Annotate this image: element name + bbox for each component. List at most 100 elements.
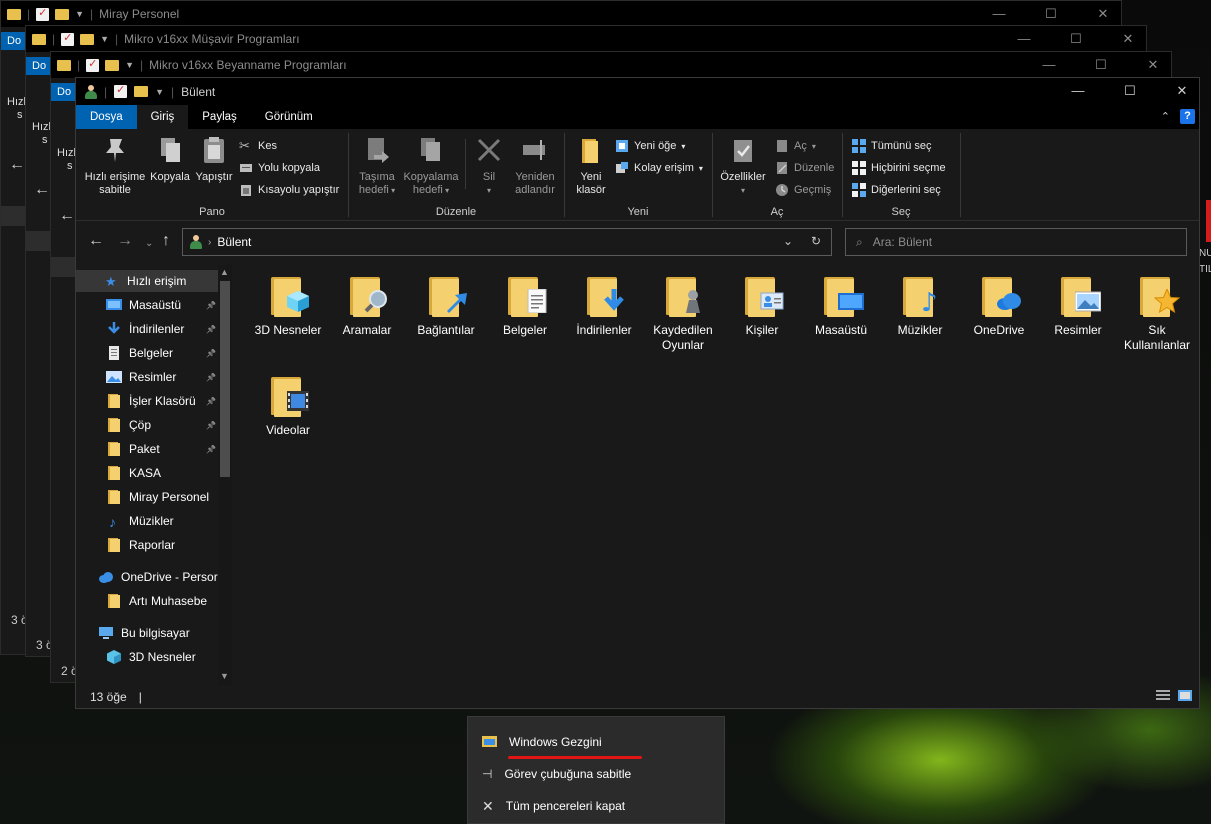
close-button[interactable]: ✕ (1156, 78, 1208, 104)
tab-file[interactable]: Do (26, 57, 53, 75)
back-icon[interactable]: ← (9, 157, 25, 173)
scroll-up-icon[interactable]: ▲ (220, 267, 229, 277)
copy-to-button[interactable]: Kopyalama hedefi ▾ (401, 135, 461, 197)
maximize-button[interactable]: ☐ (1104, 78, 1156, 104)
close-all-windows-item[interactable]: ✕ Tüm pencereleri kapat (468, 791, 724, 821)
folder-item[interactable]: Masaüstü (801, 265, 881, 338)
new-folder-icon[interactable] (80, 33, 95, 45)
close-button[interactable]: ✕ (1102, 26, 1154, 52)
maximize-button[interactable]: ☐ (1075, 52, 1127, 78)
scroll-thumb[interactable] (220, 281, 230, 477)
folder-item[interactable]: İndirilenler (564, 265, 644, 338)
chevron-down-icon[interactable]: ▼ (155, 87, 164, 97)
delete-button[interactable]: Sil ▾ (471, 135, 507, 197)
folder-item[interactable]: Kişiler (722, 265, 802, 338)
paste-shortcut-button[interactable]: Kısayolu yapıştır (239, 183, 339, 197)
folder-item[interactable]: Sık Kullanılanlar (1117, 265, 1197, 353)
explorer-window[interactable]: | ▼ | Bülent — ☐ ✕ Dosya Giriş Paylaş Gö… (75, 77, 1200, 709)
new-item-button[interactable]: Yeni öğe ▾ (615, 139, 685, 153)
new-folder-icon[interactable] (55, 8, 70, 20)
nav-item[interactable]: Paket 📌 (76, 438, 218, 460)
properties-icon[interactable] (36, 6, 50, 21)
address-bar[interactable]: › Bülent ⌄ ↻ (182, 228, 832, 256)
nav-item[interactable]: İndirilenler 📌 (76, 318, 218, 340)
properties-icon[interactable] (61, 31, 75, 46)
maximize-button[interactable]: ☐ (1025, 1, 1077, 27)
nav-item[interactable]: Miray Personel (76, 486, 218, 508)
up-button[interactable]: ↑ (162, 233, 170, 249)
chevron-down-icon[interactable]: ▼ (125, 60, 134, 70)
cut-button[interactable]: ✂ Kes (239, 139, 277, 153)
folder-item[interactable]: Videolar (248, 365, 328, 438)
folder-item[interactable]: Kaydedilen Oyunlar (643, 265, 723, 353)
folder-item[interactable]: Bağlantılar (406, 265, 486, 338)
search-input[interactable]: ⌕ Ara: Bülent (845, 228, 1187, 256)
nav-item[interactable]: Raporlar (76, 534, 218, 556)
nav-item[interactable]: Bu bilgisayar (76, 622, 218, 644)
pin-quick-access-button[interactable]: Hızlı erişime sabitle (80, 135, 150, 197)
properties-icon[interactable] (114, 83, 128, 98)
chevron-down-icon[interactable]: ▼ (75, 9, 84, 19)
window-titlebar[interactable]: | ▼ | Miray Personel (1, 1, 1121, 27)
properties-icon[interactable] (86, 57, 100, 72)
window-titlebar[interactable]: | ▼ | Mikro v16xx Beyanname Programları (51, 52, 1171, 78)
select-all-button[interactable]: Tümünü seç (852, 139, 932, 153)
minimize-button[interactable]: — (1023, 52, 1075, 78)
nav-item[interactable]: İşler Klasörü 📌 (76, 390, 218, 412)
address-dropdown-icon[interactable]: ⌄ (783, 234, 793, 248)
nav-item[interactable]: Masaüstü 📌 (76, 294, 218, 316)
window-titlebar[interactable]: | ▼ | Mikro v16xx Müşavir Programları (26, 26, 1146, 52)
details-view-icon[interactable] (1156, 690, 1170, 701)
scroll-down-icon[interactable]: ▼ (220, 671, 229, 681)
minimize-button[interactable]: — (1052, 78, 1104, 104)
large-icons-view-icon[interactable] (1178, 690, 1192, 701)
paste-button[interactable]: Yapıştır (192, 135, 236, 184)
close-button[interactable]: ✕ (1127, 52, 1179, 78)
tab-file[interactable]: Do (1, 32, 28, 50)
easy-access-button[interactable]: Kolay erişim ▾ (615, 161, 703, 175)
close-button[interactable]: ✕ (1077, 1, 1129, 27)
pin-to-taskbar-item[interactable]: ⊣ Görev çubuğuna sabitle (468, 759, 724, 789)
select-none-button[interactable]: Hiçbirini seçme (852, 161, 946, 175)
help-icon[interactable]: ? (1180, 109, 1195, 124)
back-button[interactable]: ← (88, 233, 104, 249)
nav-item[interactable]: ♪ Müzikler (76, 510, 218, 532)
nav-item[interactable]: Çöp 📌 (76, 414, 218, 436)
properties-button[interactable]: Özellikler ▾ (717, 135, 769, 197)
chevron-down-icon[interactable]: ▼ (100, 34, 109, 44)
recent-locations-button[interactable]: ⌄ (145, 236, 153, 252)
new-folder-icon[interactable] (105, 59, 120, 71)
collapse-ribbon-icon[interactable]: ⌃ (1161, 110, 1170, 123)
copy-button[interactable]: Kopyala (148, 135, 192, 184)
tab-view[interactable]: Görünüm (251, 105, 327, 129)
nav-item[interactable]: ★ Hızlı erişim (76, 270, 218, 292)
minimize-button[interactable]: — (998, 26, 1050, 52)
new-folder-icon[interactable] (134, 86, 149, 97)
window-titlebar[interactable]: | ▼ | Bülent (76, 78, 1199, 105)
new-folder-button[interactable]: Yeni klasör (569, 135, 613, 197)
breadcrumb[interactable]: Bülent (217, 235, 251, 249)
edit-button[interactable]: Düzenle (775, 161, 834, 175)
minimize-button[interactable]: — (973, 1, 1025, 27)
nav-item[interactable]: KASA (76, 462, 218, 484)
invert-selection-button[interactable]: Diğerlerini seç (852, 183, 941, 197)
folder-item[interactable]: 3D Nesneler (248, 265, 328, 338)
nav-item[interactable]: 3D Nesneler (76, 646, 218, 668)
nav-item[interactable]: Belgeler 📌 (76, 342, 218, 364)
copy-path-button[interactable]: Yolu kopyala (239, 161, 320, 175)
tab-home[interactable]: Giriş (136, 105, 189, 129)
refresh-icon[interactable]: ↻ (811, 234, 821, 248)
tab-file[interactable]: Do (51, 83, 78, 101)
history-button[interactable]: Geçmiş (775, 183, 831, 197)
nav-item[interactable]: OneDrive - Persor (76, 566, 218, 588)
back-icon[interactable]: ← (59, 208, 75, 224)
open-button[interactable]: Aç ▾ (775, 139, 816, 153)
navigation-scrollbar[interactable]: ▲ ▼ (218, 265, 232, 685)
folder-item[interactable]: Belgeler (485, 265, 565, 338)
move-to-button[interactable]: Taşıma hedefi ▾ (355, 135, 399, 197)
nav-item[interactable]: Resimler 📌 (76, 366, 218, 388)
tab-file[interactable]: Dosya (76, 105, 137, 129)
forward-button[interactable]: → (117, 233, 133, 249)
folder-item[interactable]: ♪ Müzikler (880, 265, 960, 338)
open-windows-explorer-item[interactable]: Windows Gezgini (468, 727, 724, 759)
